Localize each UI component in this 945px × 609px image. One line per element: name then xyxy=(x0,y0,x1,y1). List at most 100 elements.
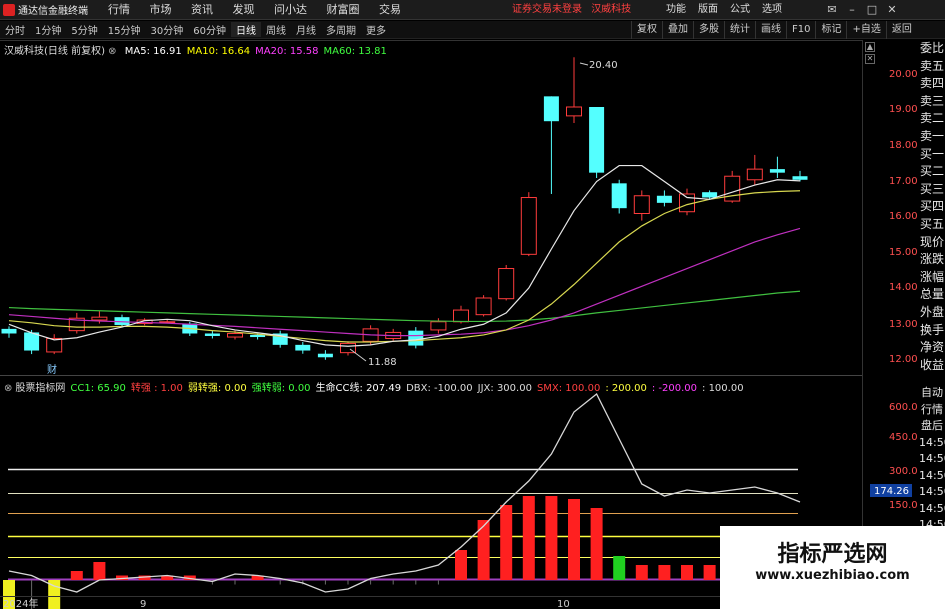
tick-time-label: 14:50 xyxy=(919,435,945,449)
indicator-bar xyxy=(93,562,106,580)
candle-series xyxy=(1,57,808,360)
quote-field-label: 涨幅 xyxy=(919,269,944,284)
quote-field-label: 买一 xyxy=(919,146,944,161)
ma-value: MA60: 13.81 xyxy=(323,46,387,57)
tick-time-label: 14:50 xyxy=(919,501,945,515)
quote-field-label: 涨跌 xyxy=(919,252,944,267)
indicator-value: 股票指标网 xyxy=(15,383,66,394)
indicator-value: : -200.00 xyxy=(651,383,698,394)
candle-body-down xyxy=(1,328,17,334)
date-label-oct: 10 xyxy=(557,599,570,609)
candle-body-up xyxy=(498,268,515,300)
kline-chart[interactable]: 20.40 11.88 财 2024年 9 10 20.00 19.00 18.… xyxy=(0,0,945,609)
quote-field-label: 卖二 xyxy=(919,111,944,126)
trading-terminal-window: 通达信金融终端 行情 市场 资讯 发现 问小达 财富圈 交易 证券交易未登录 汉… xyxy=(0,0,945,609)
ma-toggle-icon[interactable]: ⊗ xyxy=(108,46,116,57)
indicator-bar xyxy=(703,565,716,580)
indicator-bar xyxy=(522,496,535,580)
indicator-value: CC1: 65.90 xyxy=(70,383,126,394)
indicator-bar xyxy=(590,508,603,580)
watermark: 指标严选网 www.xuezhibiao.com xyxy=(720,526,945,609)
quote-field-label: 买四 xyxy=(919,199,944,214)
quote-sidebar: 委比卖五卖四卖三卖二卖一买一买二买三买四买五现价涨跌涨幅总量外盘换手净资收益 xyxy=(919,40,945,374)
indicator-bar xyxy=(500,505,513,580)
quote-field-label: 买五 xyxy=(919,216,944,231)
low-price-label: 11.88 xyxy=(368,357,397,368)
candle-body-down xyxy=(702,192,718,198)
candle-body-up xyxy=(566,106,582,117)
indicator-bar xyxy=(545,496,558,580)
candle-body-up xyxy=(633,195,650,214)
quote-field-label: 换手 xyxy=(919,322,944,337)
candle-body-up xyxy=(520,197,537,255)
indicator-bar xyxy=(568,499,580,580)
candle-body-down xyxy=(589,107,605,173)
indicator-value: 弱转强: 0.00 xyxy=(187,383,247,394)
candle-body-down xyxy=(204,333,220,336)
candle-body-up xyxy=(475,297,492,316)
candle-body-down xyxy=(656,195,672,203)
quote-field-label: 卖五 xyxy=(919,58,944,73)
indicator-value: 生命CC线: 207.49 xyxy=(315,383,402,394)
quote-field-label: 总量 xyxy=(919,287,944,302)
candle-body-down xyxy=(408,330,424,346)
candle-body-up xyxy=(746,168,763,181)
indicator-bar xyxy=(658,565,671,580)
indicator-bar xyxy=(613,556,626,580)
indicator-value: JJX: 300.00 xyxy=(477,383,532,394)
tick-time-label: 14:50 xyxy=(919,485,945,498)
tick-time-label: 14:50 xyxy=(919,452,945,465)
indicator-legend: ⊗ 股票指标网 CC1: 65.90 转强 : 1.00 弱转强: 0.00 强转弱: 0… xyxy=(4,379,749,394)
panel-close-icon[interactable]: ✕ xyxy=(865,54,875,64)
candle-body-down xyxy=(543,96,559,122)
indicator-toggle-icon: ⊗ xyxy=(4,383,13,394)
tick-time-label: 盘后 xyxy=(921,419,943,432)
indicator-bar xyxy=(635,565,648,580)
indicator-value: 强转弱: 0.00 xyxy=(251,383,311,394)
ma60-line xyxy=(8,290,801,323)
candle-body-up xyxy=(46,337,63,353)
quote-field-label: 收益 xyxy=(919,357,944,372)
candle-body-up xyxy=(227,332,243,338)
indicator-lines xyxy=(8,468,798,581)
quote-field-label: 净资 xyxy=(919,340,944,355)
ma-value: MA10: 16.64 xyxy=(186,46,251,57)
low-annotation: 11.88 xyxy=(349,348,397,368)
candle-body-down xyxy=(317,353,333,358)
quote-field-label: 卖一 xyxy=(919,128,944,143)
indicator-value: 转强 : 1.00 xyxy=(130,383,183,394)
quote-field-label: 外盘 xyxy=(919,304,944,319)
watermark-url: www.xuezhibiao.com xyxy=(755,568,910,583)
scroll-up-icon[interactable]: ▲ xyxy=(865,42,875,52)
quote-field-label: 卖四 xyxy=(919,76,944,91)
indicator-bar xyxy=(681,565,693,580)
tick-time-label: 行情 xyxy=(921,402,943,416)
finance-marker[interactable]: 财 xyxy=(47,363,57,376)
candle-body-up xyxy=(453,309,469,323)
quote-field-label: 买三 xyxy=(919,181,944,196)
ma-value: MA20: 15.58 xyxy=(255,46,319,57)
candle-body-down xyxy=(769,169,785,173)
indicator-bar xyxy=(477,520,490,580)
date-label-sep: 9 xyxy=(140,599,146,609)
axis-panel: ▲ ✕ xyxy=(862,40,919,609)
quote-field-label: 现价 xyxy=(919,234,944,249)
indicator-value: : 200.00 xyxy=(605,383,647,394)
tick-time-label: 14:50 xyxy=(919,468,945,482)
quote-field-label: 委比 xyxy=(919,41,944,55)
indicator-bar xyxy=(455,550,467,580)
ma-value: MA5: 16.91 xyxy=(124,46,182,57)
indicator-value: DBX: -100.00 xyxy=(406,383,473,394)
indicator-bar xyxy=(70,571,83,580)
quote-field-label: 卖三 xyxy=(919,93,944,108)
date-label-year: 2024年 xyxy=(3,597,38,609)
candle-body-down xyxy=(611,183,627,209)
candle-body-down xyxy=(295,344,311,351)
candle-body-down xyxy=(792,176,808,180)
high-annotation: 20.40 xyxy=(579,60,618,71)
candle-body-down xyxy=(24,332,40,351)
high-price-label: 20.40 xyxy=(589,60,618,71)
candle-body-up xyxy=(91,316,108,321)
quote-field-label: 买二 xyxy=(919,164,944,179)
ma-values: MA5: 16.91 MA10: 16.64 MA20: 15.58 MA60: 13… xyxy=(120,46,387,57)
